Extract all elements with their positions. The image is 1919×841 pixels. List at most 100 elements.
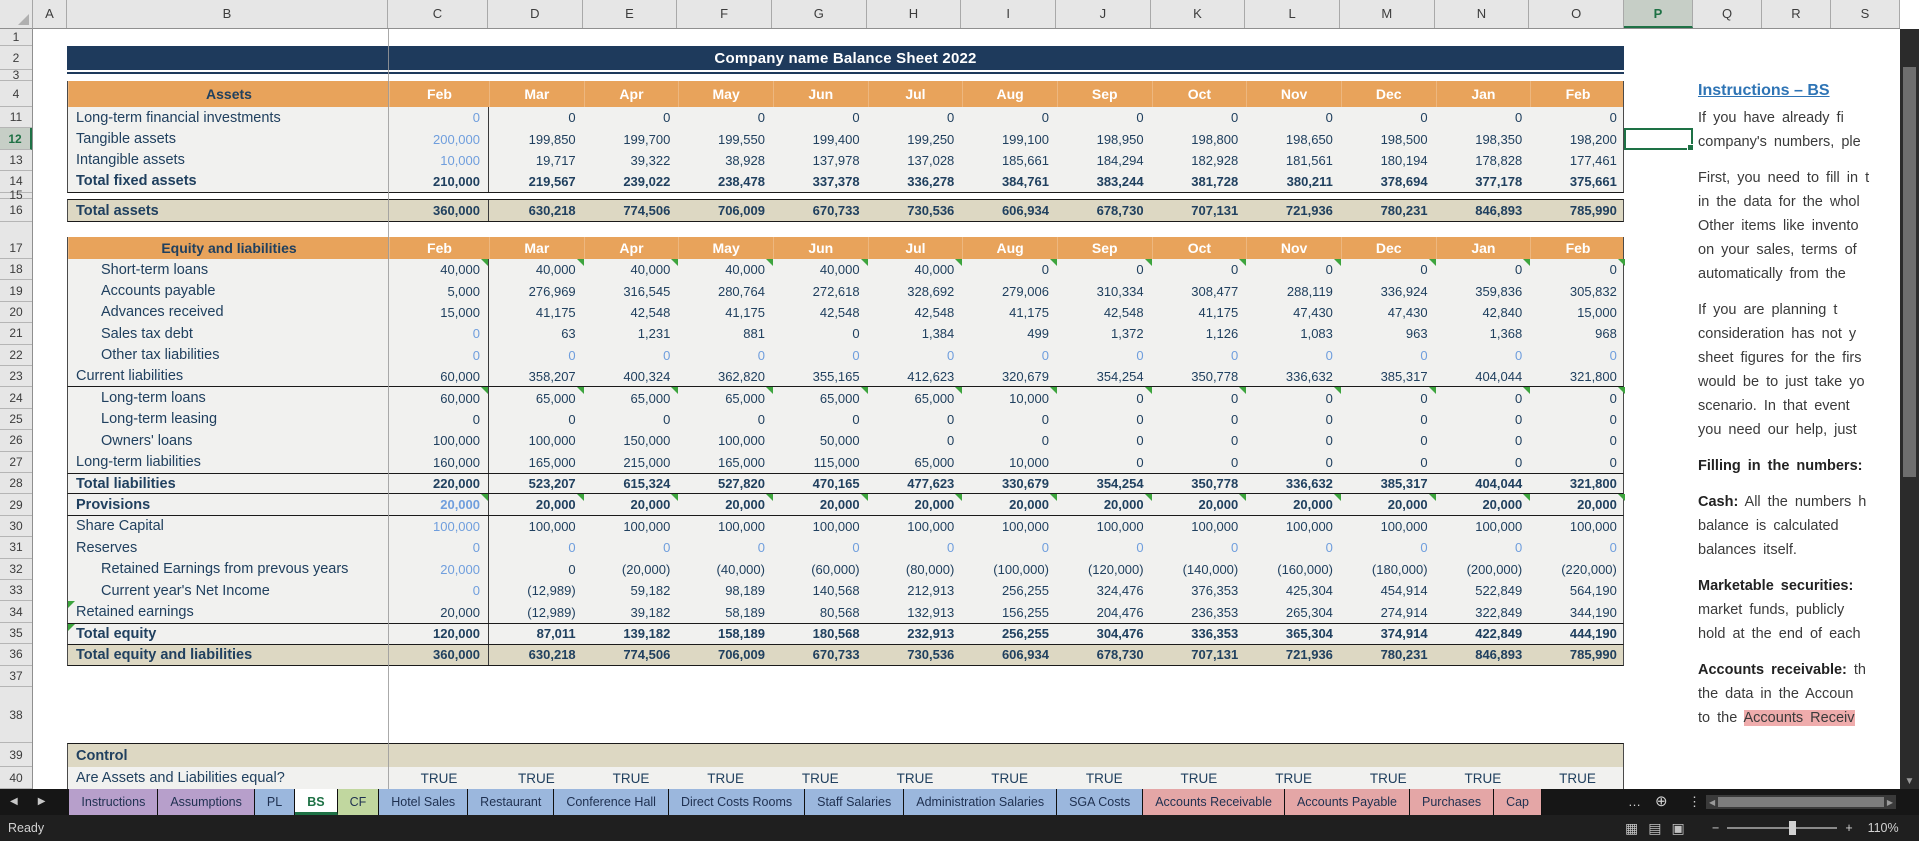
- value-cell[interactable]: TRUE: [1341, 767, 1436, 789]
- value-cell[interactable]: 324,476: [1057, 580, 1152, 601]
- value-cell[interactable]: 198,950: [1057, 128, 1152, 149]
- value-cell[interactable]: 115,000: [773, 452, 868, 473]
- value-cell[interactable]: 522,849: [1436, 580, 1531, 601]
- value-cell[interactable]: 0: [1057, 537, 1152, 558]
- value-cell[interactable]: 963: [1341, 323, 1436, 344]
- value-cell[interactable]: 20,000: [389, 601, 489, 622]
- value-cell[interactable]: 0: [962, 259, 1057, 280]
- row-header-29[interactable]: 29: [0, 494, 32, 515]
- value-cell[interactable]: 279,006: [962, 280, 1057, 301]
- value-cell[interactable]: 320,679: [962, 366, 1057, 386]
- value-cell[interactable]: 1,126: [1152, 323, 1247, 344]
- value-cell[interactable]: 360,000: [389, 200, 489, 221]
- value-cell[interactable]: 0: [1152, 387, 1247, 408]
- row-label[interactable]: Retained Earnings from prevous years: [68, 559, 389, 580]
- value-cell[interactable]: 0: [389, 537, 489, 558]
- value-cell[interactable]: 678,730: [1057, 645, 1152, 664]
- value-cell[interactable]: 378,694: [1341, 171, 1436, 191]
- value-cell[interactable]: 678,730: [1057, 200, 1152, 221]
- column-header-L[interactable]: L: [1245, 0, 1340, 28]
- value-cell[interactable]: 881: [678, 323, 773, 344]
- value-cell[interactable]: 0: [1246, 107, 1341, 128]
- value-cell[interactable]: (100,000): [962, 559, 1057, 580]
- row-label[interactable]: Other tax liabilities: [68, 345, 389, 366]
- value-cell[interactable]: 59,182: [584, 580, 679, 601]
- value-cell[interactable]: (12,989): [489, 601, 584, 622]
- horizontal-scrollbar[interactable]: ◀ ▶: [1706, 795, 1896, 809]
- value-cell[interactable]: 477,623: [868, 474, 963, 493]
- value-cell[interactable]: 20,000: [868, 494, 963, 514]
- row-label[interactable]: Assets: [68, 81, 389, 107]
- value-cell[interactable]: 444,190: [1530, 624, 1625, 644]
- value-cell[interactable]: 100,000: [678, 516, 773, 537]
- page-layout-view-icon[interactable]: ▤: [1648, 820, 1661, 837]
- value-cell[interactable]: 377,178: [1436, 171, 1531, 191]
- sheet-tab-staff-salaries[interactable]: Staff Salaries: [805, 789, 904, 815]
- value-cell[interactable]: 721,936: [1246, 200, 1341, 221]
- value-cell[interactable]: TRUE: [678, 767, 773, 789]
- value-cell[interactable]: 42,548: [773, 302, 868, 323]
- value-cell[interactable]: 20,000: [773, 494, 868, 514]
- row-label[interactable]: Total equity: [68, 624, 389, 644]
- value-cell[interactable]: 0: [584, 409, 679, 430]
- value-cell[interactable]: 0: [1057, 345, 1152, 366]
- column-header-P[interactable]: P: [1624, 0, 1693, 28]
- value-cell[interactable]: 20,000: [389, 559, 489, 580]
- value-cell[interactable]: 0: [1246, 345, 1341, 366]
- value-cell[interactable]: 100,000: [1436, 516, 1531, 537]
- value-cell[interactable]: 330,679: [962, 474, 1057, 493]
- value-cell[interactable]: 670,733: [773, 645, 868, 664]
- month-header-cell[interactable]: Mar: [489, 237, 584, 259]
- row-label[interactable]: Retained earnings: [68, 601, 389, 622]
- value-cell[interactable]: 288,119: [1246, 280, 1341, 301]
- row-header-31[interactable]: 31: [0, 537, 32, 558]
- value-cell[interactable]: 40,000: [868, 259, 963, 280]
- value-cell[interactable]: 706,009: [678, 200, 773, 221]
- value-cell[interactable]: 198,500: [1341, 128, 1436, 149]
- value-cell[interactable]: 375,661: [1530, 171, 1625, 191]
- value-cell[interactable]: 100,000: [389, 516, 489, 537]
- row-label[interactable]: Total assets: [68, 200, 389, 221]
- month-header-cell[interactable]: Jun: [773, 81, 868, 107]
- value-cell[interactable]: 785,990: [1530, 200, 1625, 221]
- value-cell[interactable]: TRUE: [868, 767, 963, 789]
- value-cell[interactable]: 65,000: [489, 387, 584, 408]
- sheet-tab-accounts-payable[interactable]: Accounts Payable: [1285, 789, 1410, 815]
- value-cell[interactable]: 350,778: [1152, 474, 1247, 493]
- value-cell[interactable]: 65,000: [773, 387, 868, 408]
- sheet-tab-restaurant[interactable]: Restaurant: [468, 789, 554, 815]
- value-cell[interactable]: 236,353: [1152, 601, 1247, 622]
- value-cell[interactable]: 256,255: [962, 580, 1057, 601]
- value-cell[interactable]: 156,255: [962, 601, 1057, 622]
- value-cell[interactable]: 328,692: [868, 280, 963, 301]
- row-header-39[interactable]: 39: [0, 743, 32, 767]
- row-header-4[interactable]: 4: [0, 81, 32, 107]
- value-cell[interactable]: 0: [489, 559, 584, 580]
- value-cell[interactable]: 38,928: [678, 150, 773, 171]
- value-cell[interactable]: 215,000: [584, 452, 679, 473]
- zoom-slider-thumb[interactable]: [1789, 821, 1796, 835]
- value-cell[interactable]: 220,000: [389, 474, 489, 493]
- column-header-B[interactable]: B: [67, 0, 388, 28]
- column-header-G[interactable]: G: [772, 0, 867, 28]
- value-cell[interactable]: 385,317: [1341, 474, 1436, 493]
- value-cell[interactable]: 39,182: [584, 601, 679, 622]
- sheet-tab-direct-costs-rooms[interactable]: Direct Costs Rooms: [669, 789, 805, 815]
- value-cell[interactable]: 41,175: [962, 302, 1057, 323]
- value-cell[interactable]: 10,000: [962, 452, 1057, 473]
- value-cell[interactable]: 58,189: [678, 601, 773, 622]
- value-cell[interactable]: 20,000: [1152, 494, 1247, 514]
- value-cell[interactable]: 0: [1436, 409, 1531, 430]
- row-label[interactable]: Current liabilities: [68, 366, 389, 386]
- value-cell[interactable]: 374,914: [1341, 624, 1436, 644]
- value-cell[interactable]: 60,000: [389, 387, 489, 408]
- value-cell[interactable]: 100,000: [962, 516, 1057, 537]
- month-header-cell[interactable]: Sep: [1057, 237, 1152, 259]
- value-cell[interactable]: 780,231: [1341, 645, 1436, 664]
- value-cell[interactable]: 50,000: [773, 430, 868, 451]
- value-cell[interactable]: 100,000: [1341, 516, 1436, 537]
- value-cell[interactable]: 20,000: [489, 494, 584, 514]
- value-cell[interactable]: 0: [584, 537, 679, 558]
- vertical-scrollbar[interactable]: ▼: [1900, 29, 1919, 789]
- zoom-level-label[interactable]: 110%: [1861, 821, 1899, 835]
